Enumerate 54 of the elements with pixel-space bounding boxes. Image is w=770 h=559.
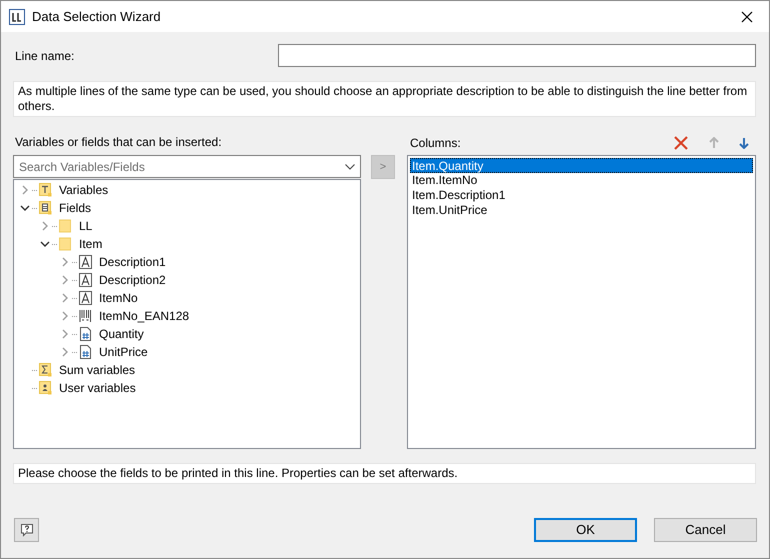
number-field-icon — [79, 327, 92, 341]
folder-icon — [59, 237, 72, 251]
columns-label: Columns: — [409, 135, 462, 152]
tree-item[interactable]: Item — [79, 235, 102, 253]
column-item[interactable]: Item.Quantity — [410, 158, 753, 173]
tree-item[interactable]: Sum variables — [59, 361, 136, 379]
collapse-icon[interactable] — [40, 239, 50, 249]
move-down-icon[interactable] — [739, 137, 749, 149]
tree-item[interactable]: Variables — [59, 181, 108, 199]
column-item[interactable]: Item.ItemNo — [410, 173, 753, 188]
tree-item[interactable]: Fields — [59, 199, 92, 217]
cancel-button[interactable]: Cancel — [654, 518, 757, 542]
tree-item[interactable]: ItemNo_EAN128 — [99, 307, 190, 325]
dropdown-caret-icon[interactable] — [345, 164, 355, 170]
tree-item[interactable]: User variables — [59, 379, 136, 397]
collapse-icon[interactable] — [20, 203, 30, 213]
text-field-icon — [79, 273, 92, 287]
barcode-icon — [79, 309, 92, 323]
column-item[interactable]: Item.UnitPrice — [410, 203, 753, 218]
expand-icon[interactable] — [60, 257, 70, 267]
expand-icon[interactable] — [60, 329, 70, 339]
delete-icon[interactable] — [674, 136, 688, 150]
tree-item[interactable]: ItemNo — [99, 289, 138, 307]
expand-icon[interactable] — [20, 185, 30, 195]
expand-icon[interactable] — [60, 275, 70, 285]
tree-item[interactable]: Description2 — [99, 271, 166, 289]
source-label: Variables or fields that can be inserted: — [14, 134, 223, 151]
app-logo-icon — [9, 8, 25, 24]
column-item[interactable]: Item.Description1 — [410, 188, 753, 203]
tree-item[interactable]: LL — [79, 217, 92, 235]
close-icon[interactable] — [741, 10, 753, 22]
line-name-field[interactable] — [278, 44, 756, 67]
tree-item[interactable]: Description1 — [99, 253, 166, 271]
sum-icon — [39, 363, 52, 377]
help-icon — [20, 523, 34, 537]
hint-text: Please choose the fields to be printed in this line. Properties can be set afterwards. — [13, 463, 756, 484]
description-text: As multiple lines of the same type can be used, you should choose an appropriate description to be able to distinguish the line better from others. — [13, 81, 756, 117]
variable-icon — [39, 183, 52, 197]
expand-icon[interactable] — [60, 311, 70, 321]
expand-icon[interactable] — [40, 221, 50, 231]
expand-icon[interactable] — [60, 293, 70, 303]
tree-item[interactable]: Quantity — [99, 325, 144, 343]
ok-button[interactable]: OK — [534, 518, 637, 542]
text-field-icon — [79, 291, 92, 305]
line-name-label: Line name: — [14, 48, 76, 64]
tree-item[interactable]: UnitPrice — [99, 343, 148, 361]
user-icon — [39, 381, 52, 395]
expand-icon[interactable] — [60, 347, 70, 357]
help-button[interactable] — [14, 518, 39, 542]
table-icon — [39, 201, 52, 215]
number-field-icon — [79, 345, 92, 359]
folder-icon — [59, 219, 72, 233]
window-title: Data Selection Wizard — [32, 8, 162, 26]
text-field-icon — [79, 255, 92, 269]
